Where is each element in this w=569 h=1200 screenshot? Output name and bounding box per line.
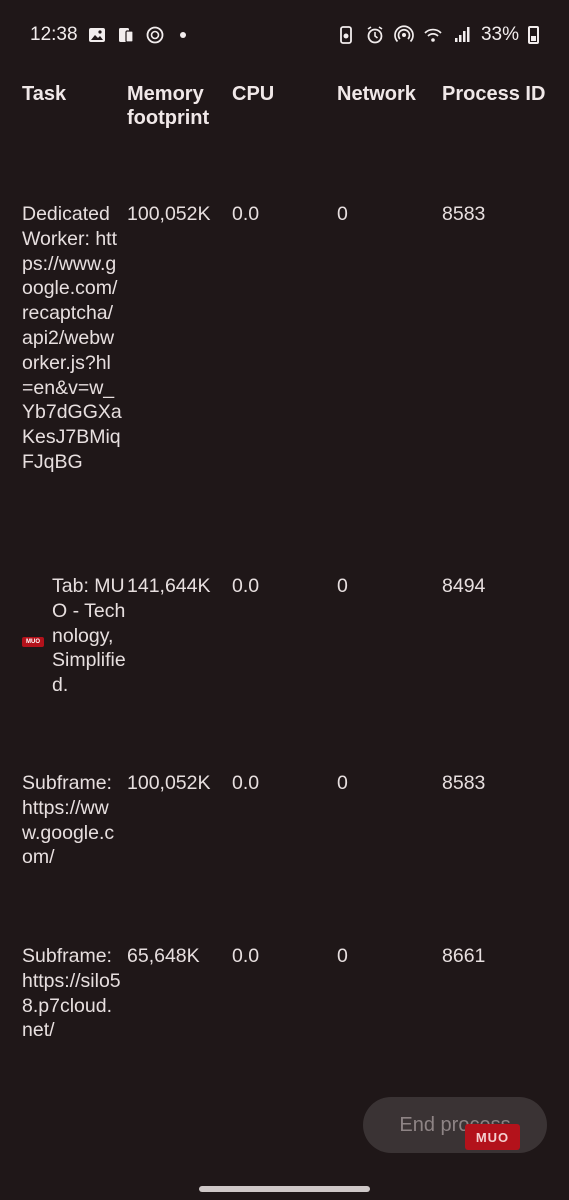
status-right: 33% (336, 24, 539, 46)
pid-value: 8661 (442, 945, 486, 967)
cpu-value: 0.0 (232, 772, 260, 794)
header-pid[interactable]: Process ID (442, 82, 562, 106)
header-memory[interactable]: Memory footprint (127, 82, 232, 130)
hotspot-icon (394, 25, 414, 45)
memory-value: 141,644K (127, 575, 211, 597)
notification-dot (179, 32, 186, 38)
memory-value: 100,052K (127, 772, 211, 794)
task-name: Tab: MUO - Technology, Simplified. (52, 575, 126, 697)
header-network[interactable]: Network (337, 82, 437, 106)
cpu-value: 0.0 (232, 945, 260, 967)
home-indicator[interactable] (199, 1186, 370, 1192)
status-left: 12:38 (30, 24, 186, 46)
task-name: Subframe: https://silo58.p7cloud.net/ (22, 945, 121, 1042)
header-task[interactable]: Task (22, 82, 122, 106)
network-value: 0 (337, 203, 348, 225)
recycle-icon (336, 25, 356, 45)
status-time: 12:38 (30, 24, 78, 45)
muo-watermark-logo: MUO (465, 1124, 520, 1150)
alarm-icon (365, 25, 385, 45)
header-cpu[interactable]: CPU (232, 82, 332, 106)
gallery-icon (87, 25, 107, 45)
status-bar: 12:38 33% (0, 0, 569, 70)
pid-value: 8494 (442, 575, 486, 597)
memory-value: 65,648K (127, 945, 200, 967)
device-icon (116, 25, 136, 45)
task-name: Subframe: https://www.google.com/ (22, 772, 115, 869)
wifi-icon (423, 25, 443, 45)
cpu-value: 0.0 (232, 575, 260, 597)
signal-icon (452, 25, 472, 45)
battery-icon (528, 26, 539, 44)
chatgpt-icon (145, 25, 165, 45)
muo-favicon-icon: MUO (22, 637, 44, 647)
task-name: Dedicated Worker: https://www.google.com… (22, 203, 122, 473)
battery-percent: 33% (480, 24, 519, 45)
pid-value: 8583 (442, 772, 486, 794)
cpu-value: 0.0 (232, 203, 260, 225)
network-value: 0 (337, 945, 348, 967)
pid-value: 8583 (442, 203, 486, 225)
memory-value: 100,052K (127, 203, 211, 225)
network-value: 0 (337, 575, 348, 597)
network-value: 0 (337, 772, 348, 794)
